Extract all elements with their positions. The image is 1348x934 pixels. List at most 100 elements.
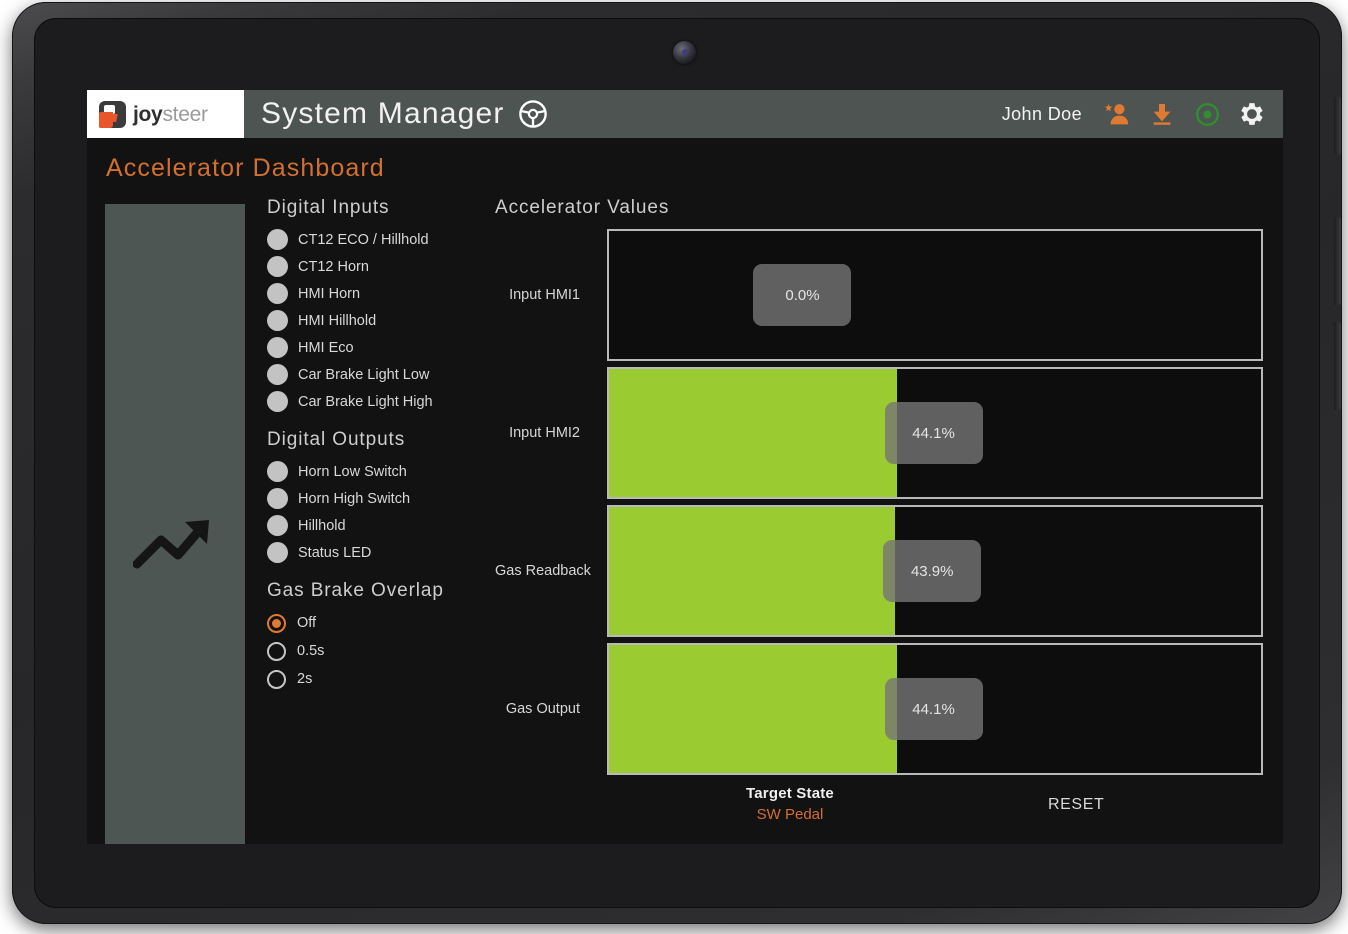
record-button[interactable] <box>1192 99 1222 129</box>
gauge-value-badge: 0.0% <box>753 264 851 326</box>
status-led-icon <box>267 283 288 304</box>
user-name: John Doe <box>1002 104 1082 125</box>
settings-button[interactable] <box>1237 99 1267 129</box>
volume-up-button[interactable] <box>1334 217 1341 305</box>
brand-wordmark: joysteer <box>133 104 208 125</box>
gauge-value-badge: 44.1% <box>885 678 983 740</box>
gauge-fill <box>609 645 897 773</box>
accelerator-values-panel: Accelerator Values Input HMI1 0.0% Input… <box>495 197 1263 823</box>
list-item-label: Status LED <box>298 545 371 561</box>
list-item: Horn Low Switch <box>267 458 497 485</box>
gauge-row-gas-output: Gas Output 44.1% <box>495 643 1263 775</box>
status-led-icon <box>267 461 288 482</box>
gauge-row-input-hmi2: Input HMI2 44.1% <box>495 367 1263 499</box>
list-item-label: CT12 Horn <box>298 259 369 275</box>
radio-icon[interactable] <box>267 642 286 661</box>
list-item-label: HMI Eco <box>298 340 354 356</box>
gauge-row-gas-readback: Gas Readback 43.9% <box>495 505 1263 637</box>
radio-option-label: Off <box>297 615 316 631</box>
left-rail <box>105 204 245 844</box>
target-state-block: Target State SW Pedal <box>634 785 946 823</box>
brand-word-steer: steer <box>162 103 207 126</box>
radio-option-half-second[interactable]: 0.5s <box>267 637 497 665</box>
gauge-footer: Target State SW Pedal RESET <box>495 785 1263 823</box>
radio-icon[interactable] <box>267 670 286 689</box>
radio-icon[interactable] <box>267 614 286 633</box>
app-window: joysteer System Manager John Doe <box>87 90 1283 844</box>
status-led-icon <box>267 542 288 563</box>
list-item: Car Brake Light Low <box>267 361 497 388</box>
list-item: HMI Horn <box>267 280 497 307</box>
download-icon <box>1150 102 1174 126</box>
download-button[interactable] <box>1147 99 1177 129</box>
list-item: Status LED <box>267 539 497 566</box>
status-led-icon <box>267 515 288 536</box>
camera-lens-icon <box>673 41 696 64</box>
status-led-icon <box>267 229 288 250</box>
gauge-row-input-hmi1: Input HMI1 0.0% <box>495 229 1263 361</box>
joysteer-mark-icon <box>99 101 126 128</box>
page-title: Accelerator Dashboard <box>87 138 1283 183</box>
gauge-track[interactable]: 44.1% <box>607 643 1263 775</box>
gas-brake-overlap-heading: Gas Brake Overlap <box>267 580 497 602</box>
status-led-icon <box>267 310 288 331</box>
digital-outputs-heading: Digital Outputs <box>267 429 497 451</box>
reset-button[interactable]: RESET <box>1048 796 1104 814</box>
list-item: Car Brake Light High <box>267 388 497 415</box>
radio-option-label: 0.5s <box>297 643 324 659</box>
gauge-track[interactable]: 43.9% <box>607 505 1263 637</box>
target-state-label: Target State <box>634 785 946 802</box>
app-body: Digital Inputs CT12 ECO / Hillhold CT12 … <box>87 183 1283 828</box>
trending-up-icon <box>133 514 218 570</box>
status-led-icon <box>267 337 288 358</box>
radio-option-label: 2s <box>297 671 312 687</box>
digital-outputs-list: Horn Low Switch Horn High Switch Hillhol… <box>267 458 497 566</box>
app-title: System Manager <box>261 97 505 131</box>
status-led-icon <box>267 256 288 277</box>
gauge-label: Gas Output <box>495 701 607 717</box>
gauge-track[interactable]: 0.0% <box>607 229 1263 361</box>
status-led-icon <box>267 364 288 385</box>
list-item-label: Hillhold <box>298 518 346 534</box>
accelerator-values-heading: Accelerator Values <box>495 197 1263 219</box>
list-item-label: HMI Horn <box>298 286 360 302</box>
gauge-label: Gas Readback <box>495 563 607 579</box>
topbar-right: John Doe <box>1002 90 1283 138</box>
list-item: CT12 ECO / Hillhold <box>267 226 497 253</box>
top-bar: joysteer System Manager John Doe <box>87 90 1283 138</box>
radio-option-two-seconds[interactable]: 2s <box>267 665 497 693</box>
list-item: CT12 Horn <box>267 253 497 280</box>
topbar-title-zone: System Manager <box>244 90 1002 138</box>
gauge-fill <box>609 507 895 635</box>
status-led-icon <box>267 488 288 509</box>
radio-option-off[interactable]: Off <box>267 609 497 637</box>
steering-wheel-icon <box>518 99 548 129</box>
gas-brake-overlap-radio-group: Off 0.5s 2s <box>267 609 497 693</box>
tablet-frame: joysteer System Manager John Doe <box>12 2 1342 924</box>
add-user-icon <box>1104 102 1130 126</box>
gauge-label: Input HMI2 <box>495 425 607 441</box>
gauge-value-badge: 44.1% <box>885 402 983 464</box>
controls-column: Digital Inputs CT12 ECO / Hillhold CT12 … <box>267 197 497 693</box>
list-item-label: Car Brake Light Low <box>298 367 429 383</box>
add-user-button[interactable] <box>1102 99 1132 129</box>
list-item: Horn High Switch <box>267 485 497 512</box>
brand-word-joy: joy <box>133 103 162 126</box>
list-item: HMI Eco <box>267 334 497 361</box>
gauge-fill <box>609 369 897 497</box>
digital-inputs-heading: Digital Inputs <box>267 197 497 219</box>
status-led-icon <box>267 391 288 412</box>
gauge-track[interactable]: 44.1% <box>607 367 1263 499</box>
list-item: HMI Hillhold <box>267 307 497 334</box>
list-item-label: HMI Hillhold <box>298 313 376 329</box>
power-button[interactable] <box>1334 97 1341 155</box>
record-icon <box>1195 102 1220 127</box>
gauge-label: Input HMI1 <box>495 287 607 303</box>
gauge-value-badge: 43.9% <box>883 540 981 602</box>
gear-icon <box>1239 101 1265 127</box>
list-item-label: CT12 ECO / Hillhold <box>298 232 429 248</box>
volume-down-button[interactable] <box>1334 322 1341 410</box>
brand-logo[interactable]: joysteer <box>87 90 244 138</box>
list-item-label: Horn High Switch <box>298 491 410 507</box>
list-item-label: Horn Low Switch <box>298 464 407 480</box>
